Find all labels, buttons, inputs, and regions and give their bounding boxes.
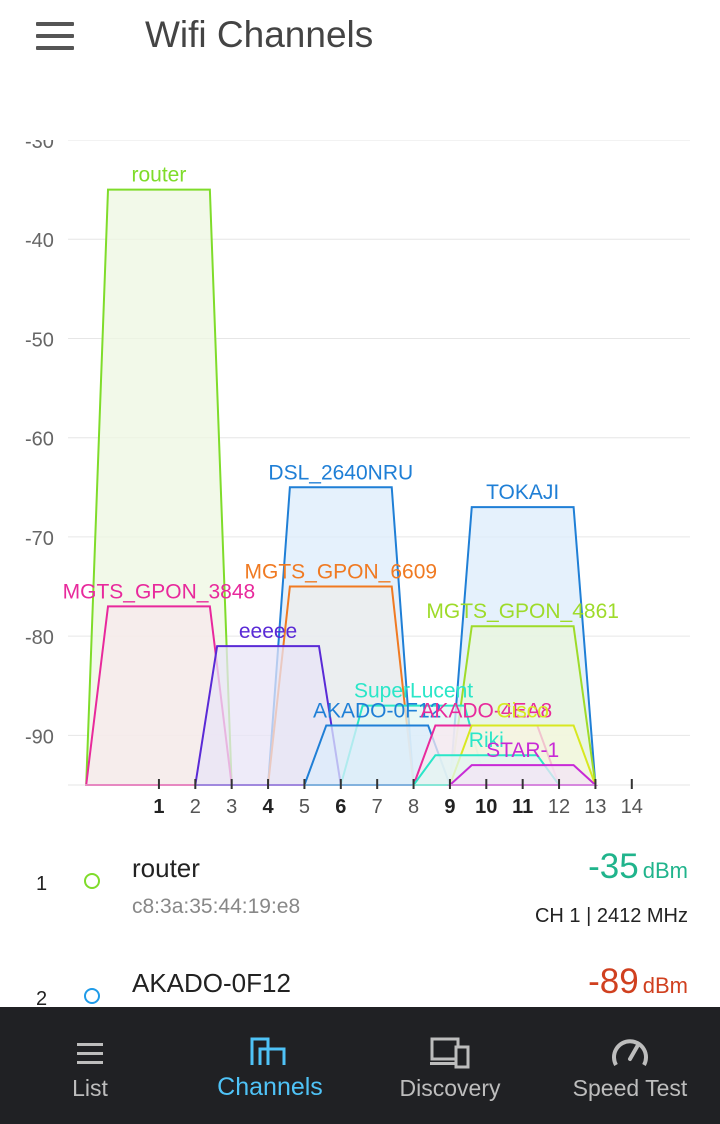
signal-value: -89	[588, 962, 639, 1001]
app-bar: Wifi Channels	[0, 0, 720, 80]
x-tick-label: 4	[262, 796, 274, 818]
x-tick-label: 14	[621, 796, 643, 818]
list-item[interactable]: 1 router c8:3a:35:44:19:e8 -35 dBm CH 1 |…	[0, 835, 720, 945]
network-ssid: router	[132, 853, 200, 883]
x-tick-label: 2	[190, 796, 201, 818]
discovery-icon	[430, 1037, 470, 1069]
x-tick-label: 6	[335, 796, 346, 818]
x-tick-label: 9	[444, 796, 455, 818]
list-icon	[77, 1043, 103, 1064]
x-tick-label: 10	[475, 796, 497, 818]
y-tick-label: -80	[25, 627, 54, 649]
x-tick-label: 11	[512, 796, 533, 818]
menu-icon[interactable]	[36, 22, 76, 52]
nav-channels-label: Channels	[217, 1073, 323, 1101]
y-tick-label: -70	[25, 528, 54, 550]
signal-dot-icon	[84, 873, 100, 889]
channel-chart: -30 -40 -50 -60 -70 -80 -90 router DSL_2640NRU TO…	[0, 131, 720, 830]
speedometer-icon	[612, 1039, 648, 1066]
x-tick-label: 3	[226, 796, 237, 818]
series-label: MGTS_GPON_3848	[63, 580, 256, 603]
nav-channels[interactable]: Channels	[180, 1007, 360, 1124]
channel-chart-svg: -30 -40 -50 -60 -70 -80 -90 router DSL_2640NRU TO…	[25, 131, 690, 818]
signal-strength: -89 dBm	[588, 962, 688, 1002]
network-mac: c8:3a:35:44:19:e8	[132, 895, 301, 918]
series-label: STAR-1	[486, 739, 559, 762]
series-label: MGTS_GPON_6609	[245, 561, 438, 584]
row-index: 1	[36, 873, 48, 895]
x-tick-label: 13	[584, 796, 606, 818]
x-tick-label: 8	[408, 796, 419, 818]
page-title: Wifi Channels	[145, 14, 374, 55]
signal-value: -35	[588, 847, 639, 886]
signal-unit: dBm	[642, 858, 688, 883]
signal-dot-icon	[84, 988, 100, 1004]
signal-strength: -35 dBm	[588, 847, 688, 887]
y-tick-label: -60	[25, 429, 54, 451]
nav-discovery-label: Discovery	[399, 1075, 501, 1101]
x-tick-label: 12	[548, 796, 570, 818]
series-label: TOKAJI	[486, 481, 559, 504]
nav-discovery[interactable]: Discovery	[360, 1007, 540, 1124]
x-tick-label: 5	[299, 796, 310, 818]
x-tick-label: 1	[153, 796, 164, 818]
nav-list-label: List	[72, 1075, 108, 1101]
channels-icon	[250, 1037, 286, 1065]
series-label: router	[132, 164, 187, 187]
bottom-navigation: List Channels Discovery Speed Test	[0, 1007, 720, 1124]
y-tick-label: -40	[25, 230, 54, 252]
series-label: MGTS_GPON_4861	[426, 600, 619, 623]
series-label: Cisco	[496, 699, 549, 722]
network-ssid: AKADO-0F12	[132, 968, 291, 998]
nav-speed-test[interactable]: Speed Test	[540, 1007, 720, 1124]
y-tick-label: -90	[25, 726, 54, 748]
channel-info: CH 1 | 2412 MHz	[534, 905, 688, 927]
nav-speed-test-label: Speed Test	[572, 1075, 688, 1101]
signal-unit: dBm	[642, 973, 688, 998]
series-label: eeeee	[239, 620, 297, 643]
y-tick-label: -30	[25, 140, 54, 153]
series-label: DSL_2640NRU	[268, 461, 413, 484]
x-tick-label: 7	[372, 796, 383, 818]
y-tick-label: -50	[25, 329, 54, 351]
nav-list[interactable]: List	[0, 1007, 180, 1124]
